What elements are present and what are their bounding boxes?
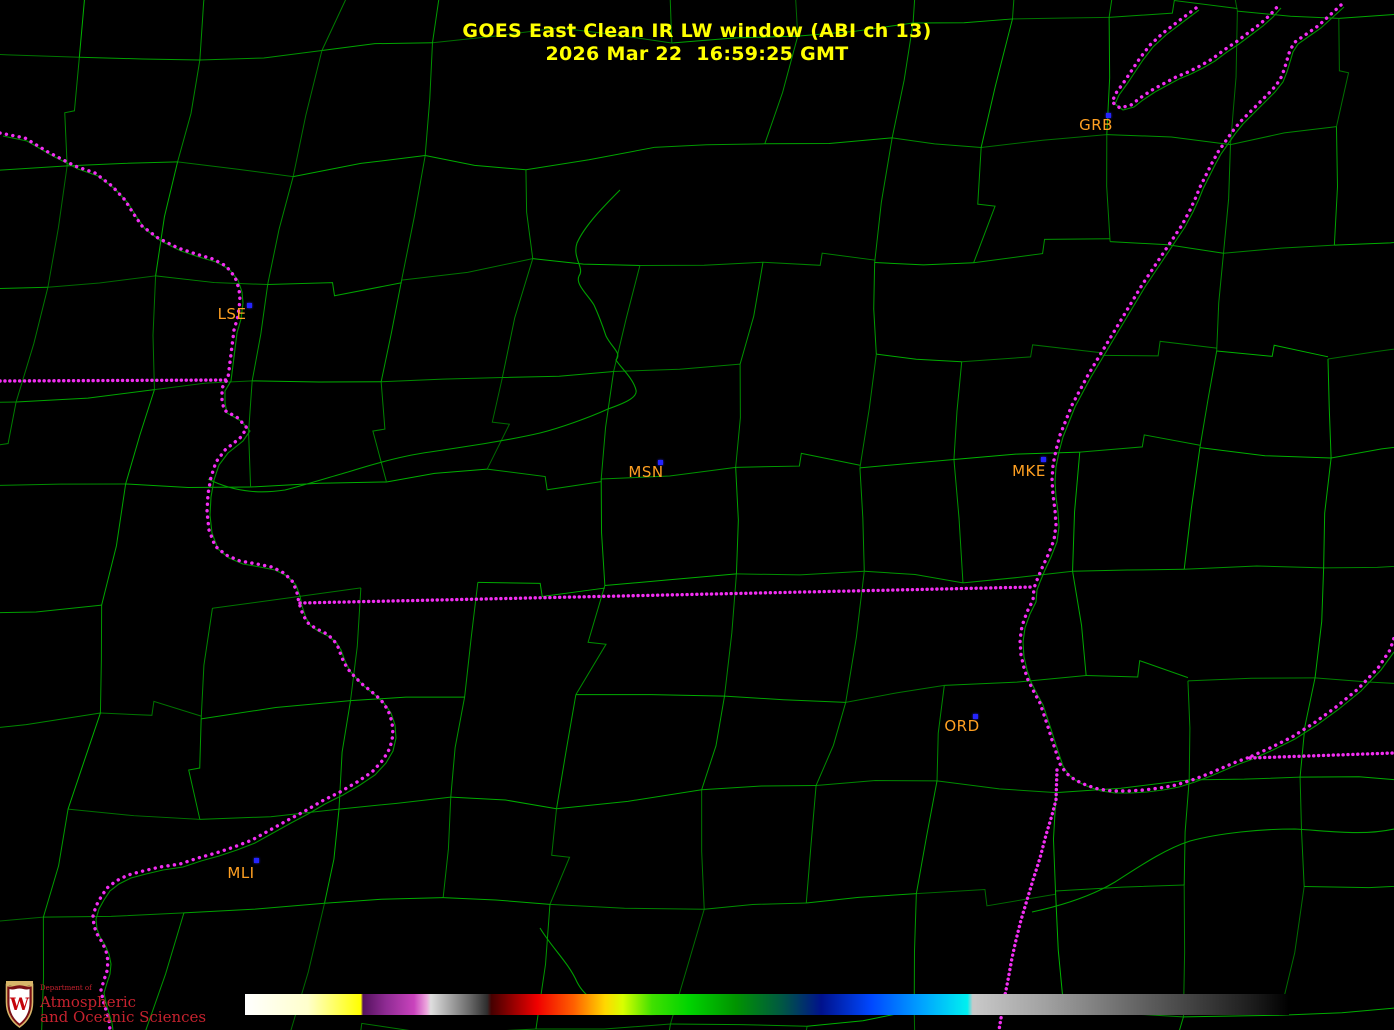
ir-enhancement-colorbar bbox=[245, 994, 1289, 1015]
river-lines bbox=[207, 189, 1394, 1016]
uw-aos-logo: W Department of Atmospheric and Oceanic … bbox=[4, 979, 206, 1028]
station-label-lse: LSE bbox=[217, 305, 247, 323]
station-dot-lse bbox=[247, 303, 252, 308]
station-label-grb: GRB bbox=[1079, 116, 1113, 134]
state-border-dotted-lines bbox=[0, 3, 1394, 1030]
station-label-mke: MKE bbox=[1012, 462, 1046, 480]
uw-crest-icon: W bbox=[5, 981, 34, 1028]
station-label-ord: ORD bbox=[944, 717, 980, 735]
station-label-msn: MSN bbox=[628, 463, 664, 481]
station-dot-mli bbox=[254, 858, 259, 863]
lake-shoreline-lines bbox=[2, 6, 1394, 1030]
goes-satellite-viewer: GOES East Clean IR LW window (ABI ch 13)… bbox=[0, 0, 1394, 1030]
station-label-mli: MLI bbox=[227, 864, 255, 882]
logo-line2: and Oceanic Sciences bbox=[40, 1008, 207, 1027]
logo-dept-line: Department of bbox=[40, 984, 92, 993]
county-boundaries bbox=[0, 0, 1394, 1030]
svg-text:W: W bbox=[9, 995, 30, 1015]
satellite-map bbox=[0, 0, 1394, 1030]
logo-text: Department of Atmospheric and Oceanic Sc… bbox=[40, 984, 207, 1028]
